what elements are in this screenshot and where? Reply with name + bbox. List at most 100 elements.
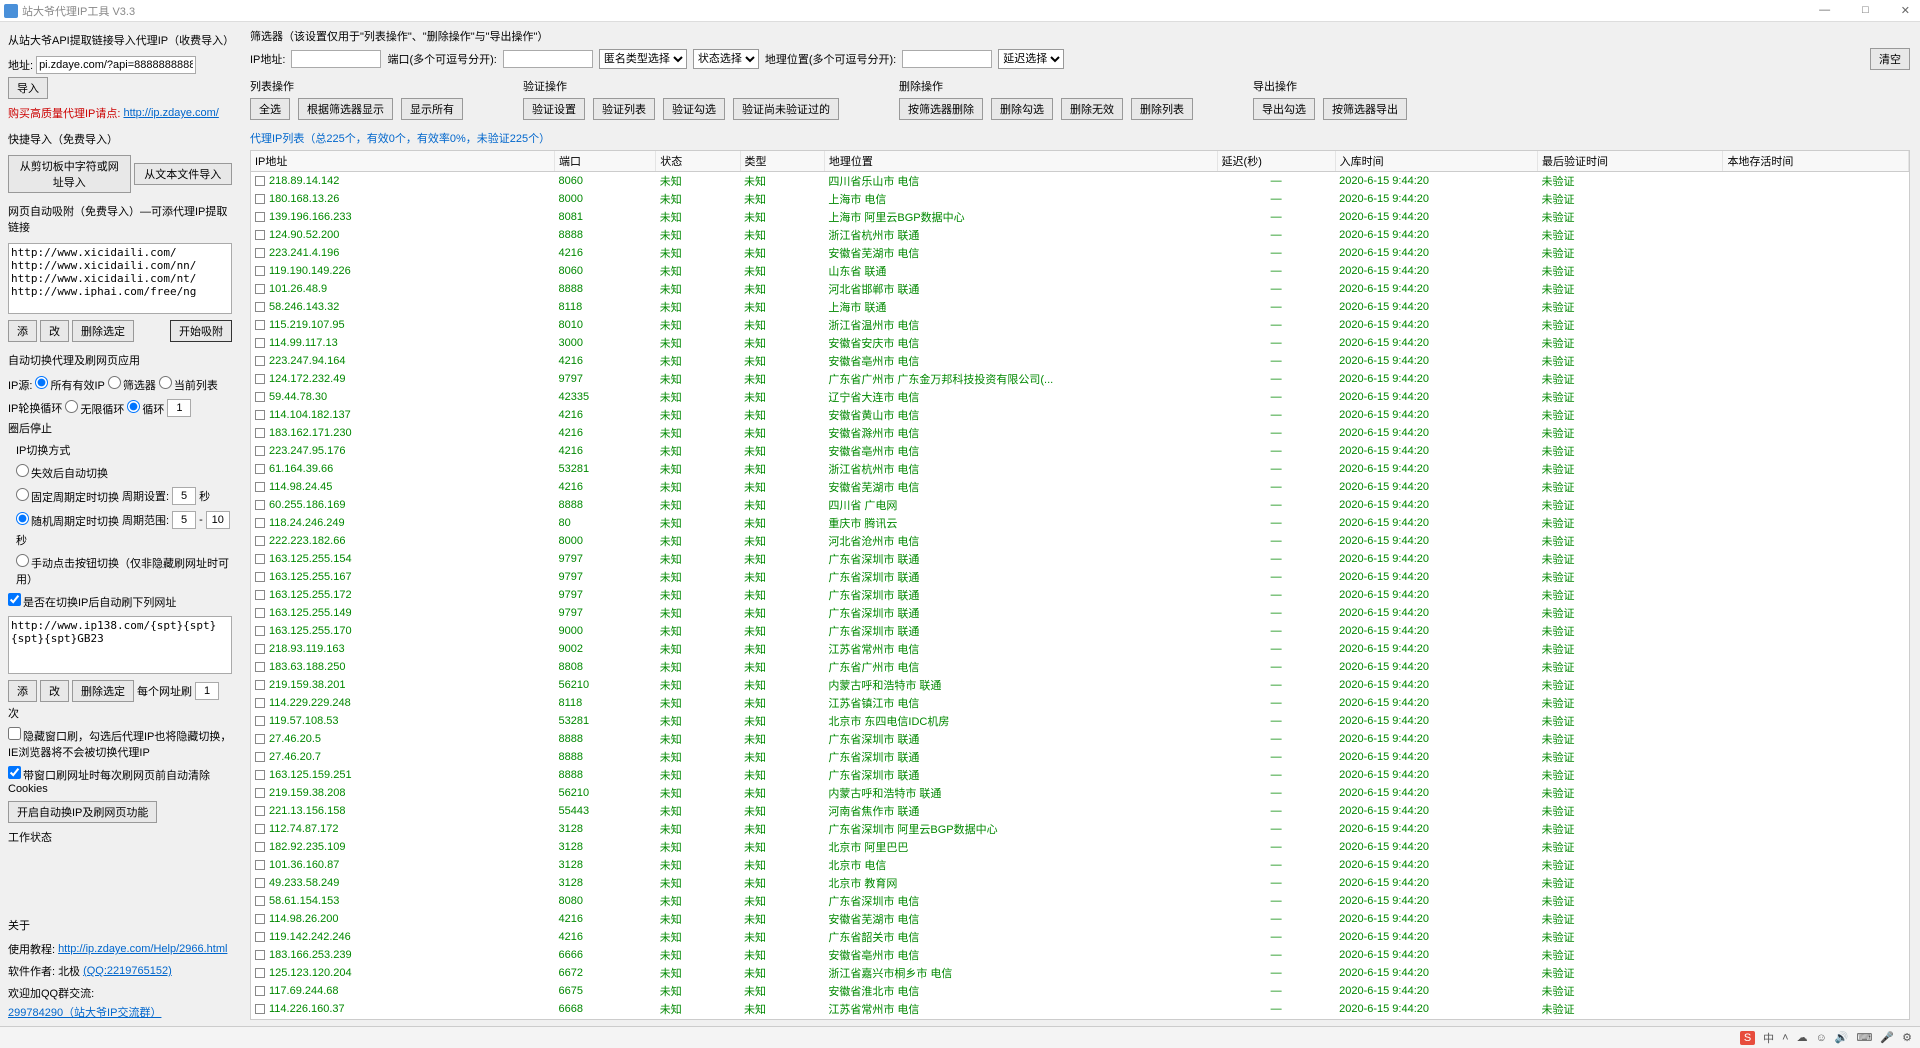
verify-list-button[interactable]: 验证列表 [593,98,655,120]
row-checkbox[interactable] [255,392,265,402]
rotate-unlimited-radio[interactable]: 无限循环 [65,400,124,417]
tray-settings-icon[interactable]: ⚙ [1902,1031,1912,1044]
table-row[interactable]: 163.125.255.1549797未知未知广东省深圳市 联通—2020-6-… [251,550,1909,568]
ime-indicator[interactable]: 中 [1763,1030,1774,1046]
tray-cloud-icon[interactable]: ☁ [1797,1031,1808,1044]
table-row[interactable]: 117.69.244.686675未知未知安徽省淮北市 电信—2020-6-15… [251,982,1909,1000]
table-row[interactable]: 183.162.171.2304216未知未知安徽省滁州市 电信—2020-6-… [251,424,1909,442]
row-checkbox[interactable] [255,734,265,744]
table-row[interactable]: 124.172.232.499797未知未知广东省广州市 广东金万邦科技投资有限… [251,370,1909,388]
verify-unverified-button[interactable]: 验证尚未验证过的 [733,98,839,120]
row-checkbox[interactable] [255,320,265,330]
row-checkbox[interactable] [255,248,265,258]
api-address-input[interactable] [36,56,196,74]
row-checkbox[interactable] [255,932,265,942]
row-checkbox[interactable] [255,446,265,456]
tray-keyboard-icon[interactable]: ⌨ [1857,1031,1873,1044]
table-row[interactable]: 219.159.38.20856210未知未知内蒙古呼和浩特市 联通—2020-… [251,784,1909,802]
row-checkbox[interactable] [255,1004,265,1014]
row-checkbox[interactable] [255,770,265,780]
table-row[interactable]: 222.223.182.668000未知未知河北省沧州市 电信—2020-6-1… [251,532,1909,550]
table-row[interactable]: 27.46.20.78888未知未知广东省深圳市 联通—2020-6-15 9:… [251,748,1909,766]
table-row[interactable]: 59.44.78.3042335未知未知辽宁省大连市 电信—2020-6-15 … [251,388,1909,406]
table-row[interactable]: 163.125.255.1709000未知未知广东省深圳市 联通—2020-6-… [251,622,1909,640]
row-checkbox[interactable] [255,986,265,996]
table-row[interactable]: 60.255.186.1698888未知未知四川省 广电网—2020-6-15 … [251,496,1909,514]
table-row[interactable]: 114.98.24.454216未知未知安徽省芜湖市 电信—2020-6-15 … [251,478,1909,496]
table-row[interactable]: 182.92.235.1093128未知未知北京市 阿里巴巴—2020-6-15… [251,838,1909,856]
export-selected-button[interactable]: 导出勾选 [1253,98,1315,120]
row-checkbox[interactable] [255,662,265,672]
table-row[interactable]: 119.190.149.2268060未知未知山东省 联通—2020-6-15 … [251,262,1909,280]
row-checkbox[interactable] [255,968,265,978]
filter-ip-input[interactable] [291,50,381,68]
table-row[interactable]: 139.196.166.2338081未知未知上海市 阿里云BGP数据中心—20… [251,208,1909,226]
row-checkbox[interactable] [255,302,265,312]
row-checkbox[interactable] [255,572,265,582]
author-qq[interactable]: (QQ:2219765152) [83,965,172,977]
table-row[interactable]: 112.74.87.1723128未知未知广东省深圳市 阿里云BGP数据中心—2… [251,820,1909,838]
rotate-count-input[interactable] [167,399,191,417]
show-all-button[interactable]: 显示所有 [401,98,463,120]
row-checkbox[interactable] [255,950,265,960]
row-checkbox[interactable] [255,482,265,492]
absorb-del-button[interactable]: 删除选定 [72,320,134,342]
table-row[interactable]: 180.168.13.268000未知未知上海市 电信—2020-6-15 9:… [251,190,1909,208]
brush-mod-button[interactable]: 改 [40,680,69,702]
qqgroup-link[interactable]: 299784290（站大爷IP交流群） [8,1004,161,1020]
tutorial-link[interactable]: http://ip.zdaye.com/Help/2966.html [58,943,227,955]
hidden-brush-checkbox[interactable]: 隐藏窗口刷，勾选后代理IP也将隐藏切换，IE浏览器将不会被切换代理IP [8,727,232,760]
filter-delay-select[interactable]: 延迟选择 [998,49,1064,69]
proxy-table-wrap[interactable]: IP地址端口状态类型地理位置延迟(秒)入库时间最后验证时间本地存活时间 218.… [250,150,1910,1020]
table-row[interactable]: 119.57.108.5353281未知未知北京市 东四电信IDC机房—2020… [251,712,1909,730]
maximize-button[interactable]: □ [1856,4,1875,17]
row-checkbox[interactable] [255,410,265,420]
row-checkbox[interactable] [255,788,265,798]
start-switch-button[interactable]: 开启自动换IP及刷网页功能 [8,801,157,823]
tray-icon[interactable]: S [1740,1031,1755,1045]
src-all-radio[interactable]: 所有有效IP [35,376,104,393]
auto-brush-checkbox[interactable]: 是否在切换IP后自动刷下列网址 [8,593,176,610]
col-3[interactable]: 类型 [740,151,824,172]
col-4[interactable]: 地理位置 [824,151,1217,172]
table-row[interactable]: 114.98.26.2004216未知未知安徽省芜湖市 电信—2020-6-15… [251,910,1909,928]
brush-add-button[interactable]: 添 [8,680,37,702]
mode-fail-radio[interactable]: 失效后自动切换 [16,464,108,481]
row-checkbox[interactable] [255,860,265,870]
table-row[interactable]: 113.124.92.2186666未知未知山东省烟台市 电信—2020-6-1… [251,1018,1909,1020]
close-button[interactable]: ✕ [1895,4,1916,17]
del-list-button[interactable]: 删除列表 [1131,98,1193,120]
verify-selected-button[interactable]: 验证勾选 [663,98,725,120]
table-row[interactable]: 221.13.156.15855443未知未知河南省焦作市 联通—2020-6-… [251,802,1909,820]
col-7[interactable]: 最后验证时间 [1537,151,1722,172]
row-checkbox[interactable] [255,644,265,654]
table-row[interactable]: 183.166.253.2396666未知未知安徽省亳州市 电信—2020-6-… [251,946,1909,964]
table-row[interactable]: 114.226.160.376668未知未知江苏省常州市 电信—2020-6-1… [251,1000,1909,1018]
row-checkbox[interactable] [255,806,265,816]
table-row[interactable]: 163.125.255.1499797未知未知广东省深圳市 联通—2020-6-… [251,604,1909,622]
row-checkbox[interactable] [255,698,265,708]
table-row[interactable]: 218.93.119.1639002未知未知江苏省常州市 电信—2020-6-1… [251,640,1909,658]
tray-up-icon[interactable]: ˄ [1782,1032,1788,1044]
table-row[interactable]: 219.159.38.20156210未知未知内蒙古呼和浩特市 联通—2020-… [251,676,1909,694]
table-row[interactable]: 223.247.95.1764216未知未知安徽省亳州市 电信—2020-6-1… [251,442,1909,460]
table-row[interactable]: 118.24.246.24980未知未知重庆市 腾讯云—2020-6-15 9:… [251,514,1909,532]
start-absorb-button[interactable]: 开始吸附 [170,320,232,342]
row-checkbox[interactable] [255,914,265,924]
del-by-filter-button[interactable]: 按筛选器删除 [899,98,983,120]
verify-settings-button[interactable]: 验证设置 [523,98,585,120]
table-row[interactable]: 223.241.4.1964216未知未知安徽省芜湖市 电信—2020-6-15… [251,244,1909,262]
row-checkbox[interactable] [255,554,265,564]
table-row[interactable]: 119.142.242.2464216未知未知广东省韶关市 电信—2020-6-… [251,928,1909,946]
col-8[interactable]: 本地存活时间 [1723,151,1909,172]
period-input[interactable] [172,487,196,505]
table-row[interactable]: 58.246.143.328118未知未知上海市 联通—2020-6-15 9:… [251,298,1909,316]
each-count-input[interactable] [195,682,219,700]
col-2[interactable]: 状态 [656,151,740,172]
absorb-urls-textarea[interactable]: http://www.xicidaili.com/ http://www.xic… [8,243,232,314]
table-row[interactable]: 49.233.58.2493128未知未知北京市 教育网—2020-6-15 9… [251,874,1909,892]
tray-volume-icon[interactable]: 🔊 [1835,1031,1849,1044]
col-1[interactable]: 端口 [555,151,656,172]
filter-anon-select[interactable]: 匿名类型选择 [599,49,687,69]
filter-show-button[interactable]: 根据筛选器显示 [298,98,393,120]
